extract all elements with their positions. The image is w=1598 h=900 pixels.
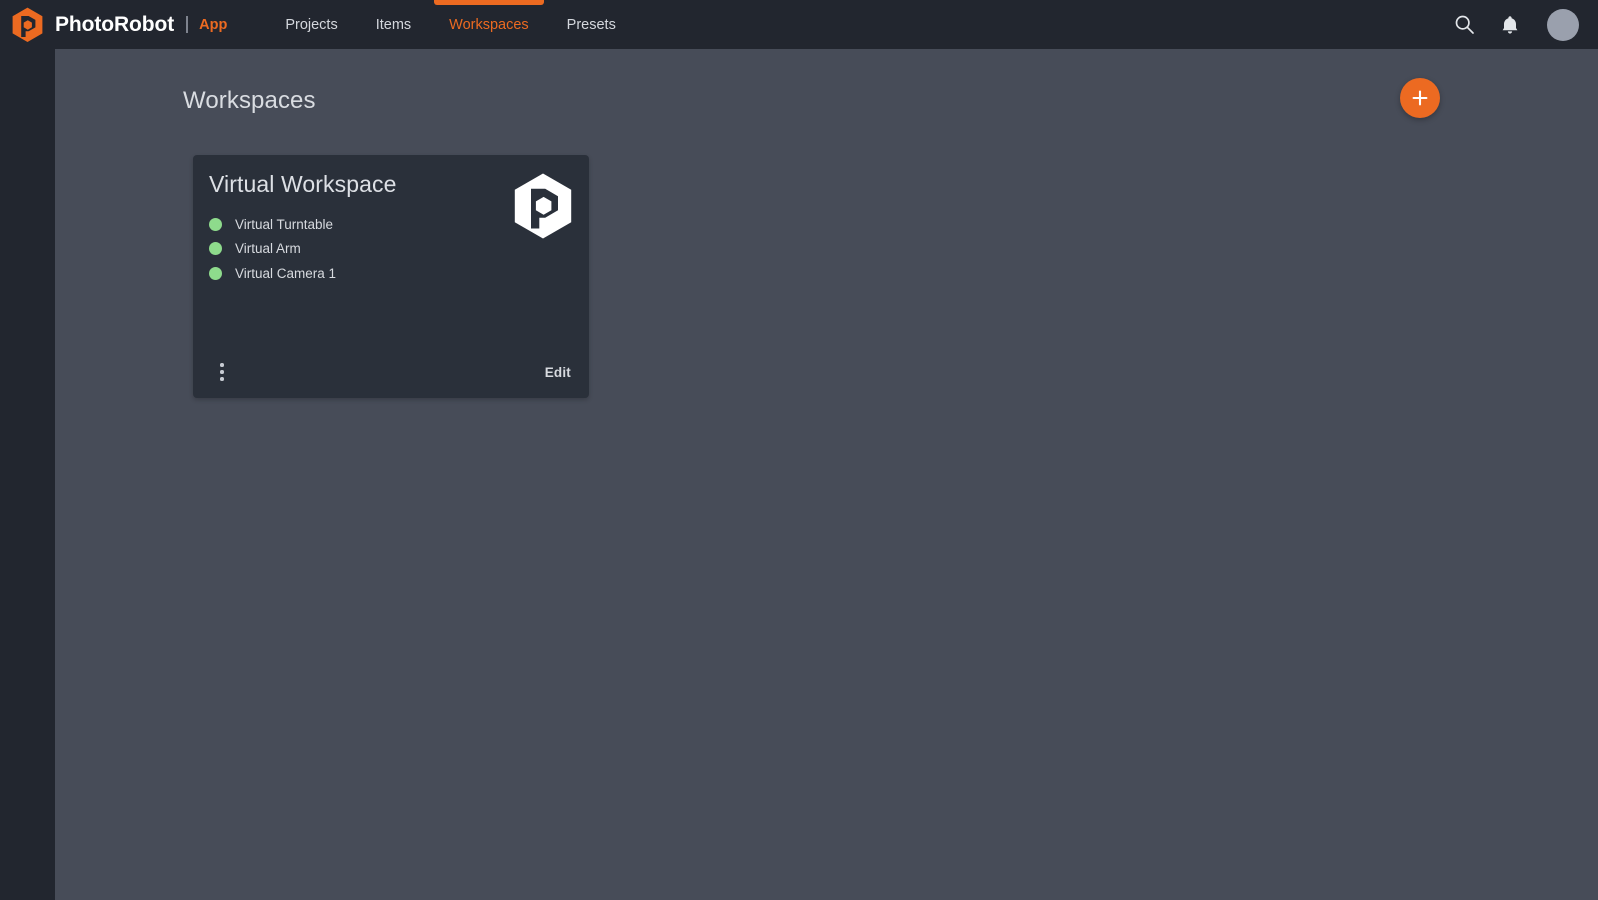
workspace-card-title: Virtual Workspace xyxy=(209,171,397,198)
left-sidebar-rail xyxy=(0,49,55,900)
search-icon[interactable] xyxy=(1451,12,1477,38)
photorobot-hexagon-logo-icon xyxy=(11,7,44,43)
workspace-card[interactable]: Virtual Workspace Virtual Turntable Virt… xyxy=(193,155,589,398)
kebab-dot xyxy=(220,370,224,374)
workspace-device-list: Virtual Turntable Virtual Arm Virtual Ca… xyxy=(209,212,336,286)
nav-item-projects[interactable]: Projects xyxy=(266,0,356,49)
header-actions xyxy=(1451,9,1598,41)
kebab-dot xyxy=(220,377,224,381)
top-header-bar: PhotoRobot App Projects Items Workspaces… xyxy=(0,0,1598,49)
page-title: Workspaces xyxy=(183,87,316,115)
workspace-card-footer: Edit xyxy=(193,346,589,398)
workspace-card-grid: Virtual Workspace Virtual Turntable Virt… xyxy=(193,155,589,398)
bell-icon[interactable] xyxy=(1497,12,1523,38)
device-name: Virtual Turntable xyxy=(235,217,333,232)
kebab-menu-icon[interactable] xyxy=(213,361,231,383)
app-label: App xyxy=(199,17,227,33)
edit-workspace-button[interactable]: Edit xyxy=(543,361,573,384)
status-online-icon xyxy=(209,267,222,280)
plus-icon xyxy=(1411,89,1429,107)
device-name: Virtual Arm xyxy=(235,241,301,256)
nav-item-items[interactable]: Items xyxy=(357,0,430,49)
brand-block[interactable]: PhotoRobot App xyxy=(0,0,227,49)
nav-item-presets[interactable]: Presets xyxy=(548,0,635,49)
status-online-icon xyxy=(209,218,222,231)
user-avatar[interactable] xyxy=(1547,9,1579,41)
nav-item-workspaces[interactable]: Workspaces xyxy=(430,0,548,49)
photorobot-hexagon-logo-icon xyxy=(512,172,574,240)
list-item[interactable]: Virtual Camera 1 xyxy=(209,261,336,286)
main-content-area: Workspaces Virtual Workspace V xyxy=(55,49,1598,900)
main-nav: Projects Items Workspaces Presets xyxy=(266,0,635,49)
list-item[interactable]: Virtual Arm xyxy=(209,237,336,262)
list-item[interactable]: Virtual Turntable xyxy=(209,212,336,237)
add-workspace-button[interactable] xyxy=(1400,78,1440,118)
brand-divider xyxy=(186,16,188,33)
brand-name: PhotoRobot xyxy=(55,13,174,37)
kebab-dot xyxy=(220,363,224,367)
status-online-icon xyxy=(209,242,222,255)
device-name: Virtual Camera 1 xyxy=(235,266,336,281)
